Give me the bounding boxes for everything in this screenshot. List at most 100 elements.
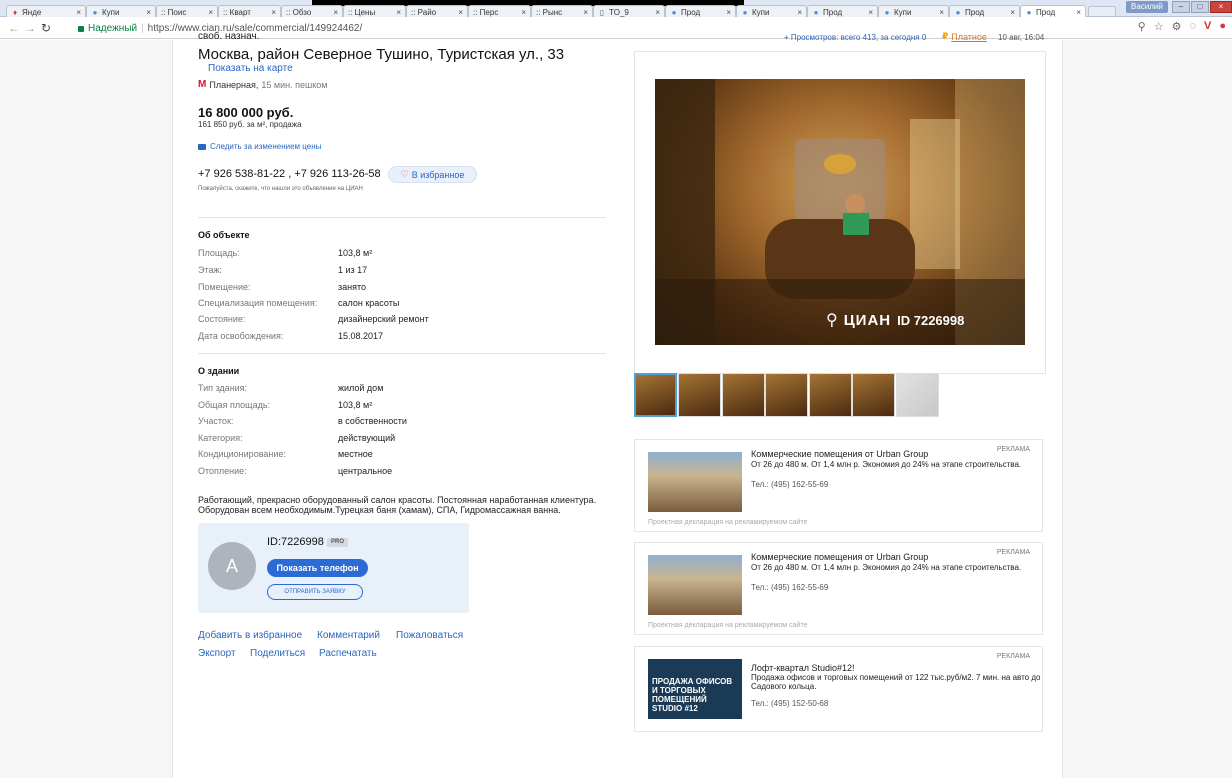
building-row-label: Категория: — [198, 433, 243, 443]
building-row-value: центральное — [338, 466, 393, 476]
watermark-id: ID 7226998 — [897, 312, 965, 328]
building-row-value: 103,8 м² — [338, 400, 373, 410]
show-map-link[interactable]: Показать на карте — [208, 63, 293, 74]
divider — [198, 217, 606, 218]
tab-close-icon[interactable]: × — [333, 8, 338, 17]
cian-pin-icon: ● — [1026, 8, 1032, 17]
tab-close-icon[interactable]: × — [1010, 8, 1015, 17]
bookmark-star-icon[interactable]: ☆ — [1154, 20, 1164, 33]
tab-close-icon[interactable]: × — [76, 8, 81, 17]
back-icon[interactable]: ← — [6, 21, 22, 35]
ad-footer[interactable]: Проектная декларация на рекламируемом са… — [648, 519, 807, 526]
photo-thumb[interactable] — [722, 373, 765, 417]
mail-icon — [198, 143, 206, 150]
tab-close-icon[interactable]: × — [396, 8, 401, 17]
photo-thumb[interactable] — [852, 373, 895, 417]
export-link[interactable]: Экспорт — [198, 648, 236, 659]
secure-label: Надежный — [88, 22, 138, 34]
tab-close-icon[interactable]: × — [797, 8, 802, 17]
reload-icon[interactable]: ↻ — [38, 21, 54, 35]
ad-card[interactable]: РЕКЛАМА Коммерческие помещения от Urban … — [634, 439, 1043, 532]
phone-numbers[interactable]: +7 926 538-81-22 , +7 926 113-26-58 — [198, 168, 381, 180]
tab-close-icon[interactable]: × — [1076, 8, 1081, 17]
tab-close-icon[interactable]: × — [521, 8, 526, 17]
metro-info: M Планерная, 15 мин. пешком — [198, 79, 327, 90]
url-separator: | — [141, 22, 144, 34]
metro-station[interactable]: Планерная, — [209, 80, 258, 90]
browser-address-bar: ← → ↻ Надежный | https://www.cian.ru/sal… — [0, 17, 1232, 39]
agent-id[interactable]: ID:7226998 — [267, 536, 324, 548]
pro-badge: PRO — [327, 538, 348, 547]
send-request-button[interactable]: ОТПРАВИТЬ ЗАЯВКУ — [267, 584, 363, 600]
minimize-icon[interactable]: – — [1172, 1, 1190, 13]
ad-phone: Тел.: (495) 162-55-69 — [751, 480, 829, 489]
tab-close-icon[interactable]: × — [583, 8, 588, 17]
share-link[interactable]: Поделиться — [250, 648, 305, 659]
object-row-value: 15.08.2017 — [338, 331, 384, 341]
views-counter[interactable]: + Просмотров: всего 413, за сегодня 0 — [784, 33, 926, 42]
vk-extension-icon[interactable]: V — [1204, 20, 1211, 33]
follow-price-link[interactable]: Следить за изменением цены — [198, 142, 321, 151]
browser-tab-strip: ♦ Янде × ● Купи × :: Поис × :: Кварт × :… — [0, 0, 1232, 19]
ad-title[interactable]: Коммерческие помещения от Urban Group — [751, 552, 928, 562]
object-row-value: 103,8 м² — [338, 248, 373, 258]
complain-link[interactable]: Пожаловаться — [396, 630, 463, 641]
object-row-label: Состояние: — [198, 314, 246, 324]
ad-card[interactable]: РЕКЛАМА Коммерческие помещения от Urban … — [634, 542, 1043, 635]
close-window-icon[interactable]: × — [1210, 1, 1232, 13]
tab-close-icon[interactable]: × — [271, 8, 276, 17]
publish-date: 10 авг, 16:04 — [998, 33, 1045, 42]
main-photo[interactable] — [655, 79, 1025, 345]
object-row-label: Помещение: — [198, 282, 251, 292]
photo-thumb[interactable] — [765, 373, 808, 417]
building-row-label: Тип здания: — [198, 383, 248, 393]
ruble-icon: ₽ — [942, 31, 949, 41]
building-row-value: в собственности — [338, 416, 407, 426]
tab-close-icon[interactable]: × — [208, 8, 213, 17]
forward-icon[interactable]: → — [22, 21, 38, 35]
object-row-label: Специализация помещения: — [198, 298, 318, 308]
cian-pin-icon: ⚲ — [826, 312, 838, 329]
price-per-meter: 161 850 руб. за м², продажа — [198, 120, 302, 129]
price: 16 800 000 руб. — [198, 105, 294, 120]
document-icon: ▯ — [599, 7, 605, 17]
photo-thumb[interactable] — [678, 373, 721, 417]
comment-link[interactable]: Комментарий — [317, 630, 380, 641]
add-to-favorites-button[interactable]: ♡ В избранное — [388, 166, 477, 183]
object-row-label: Этаж: — [198, 265, 223, 275]
object-row-label: Дата освобождения: — [198, 331, 284, 341]
tab-close-icon[interactable]: × — [726, 8, 731, 17]
opera-extension-icon[interactable]: ● — [1219, 20, 1226, 33]
photo-thumb[interactable] — [809, 373, 852, 417]
watermark-brand: ЦИАН — [843, 311, 892, 329]
metro-icon: M — [198, 79, 207, 90]
ad-footer[interactable]: Проектная декларация на рекламируемом са… — [648, 622, 807, 629]
paid-label[interactable]: ₽ Платное — [942, 31, 987, 42]
print-link[interactable]: Распечатать — [319, 648, 377, 659]
show-phone-button[interactable]: Показать телефон — [267, 559, 368, 577]
tab-close-icon[interactable]: × — [868, 8, 873, 17]
tab-close-icon[interactable]: × — [458, 8, 463, 17]
building-row-label: Кондиционирование: — [198, 449, 286, 459]
photo-thumb[interactable] — [896, 373, 939, 417]
ad-tag: РЕКЛАМА — [996, 446, 1030, 453]
profile-button[interactable]: Василий — [1126, 1, 1168, 13]
listing-description: Работающий, прекрасно оборудованный сало… — [198, 495, 597, 515]
new-tab-button[interactable] — [1088, 6, 1116, 17]
avatar: A — [208, 542, 256, 590]
ad-card[interactable]: ПРОДАЖА ОФИСОВ И ТОРГОВЫХ ПОМЕЩЕНИЙ STUD… — [634, 646, 1043, 732]
cian-pin-icon: ● — [742, 7, 748, 17]
photo-thumb[interactable] — [634, 373, 677, 417]
ad-title[interactable]: Лофт-квартал Studio#12! — [751, 663, 854, 673]
tab-close-icon[interactable]: × — [939, 8, 944, 17]
tab-close-icon[interactable]: × — [655, 8, 660, 17]
pocket-icon[interactable]: ◌ — [1189, 20, 1196, 33]
zoom-icon[interactable]: ⚲ — [1138, 20, 1146, 33]
extension-icon[interactable]: ⚙ — [1172, 20, 1182, 33]
tab-close-icon[interactable]: × — [146, 8, 151, 17]
ad-title[interactable]: Коммерческие помещения от Urban Group — [751, 449, 928, 459]
maximize-icon[interactable]: □ — [1191, 1, 1209, 13]
add-favorite-link[interactable]: Добавить в избранное — [198, 630, 302, 641]
ad-image — [648, 452, 742, 512]
paid-label-text: Платное — [951, 31, 987, 42]
